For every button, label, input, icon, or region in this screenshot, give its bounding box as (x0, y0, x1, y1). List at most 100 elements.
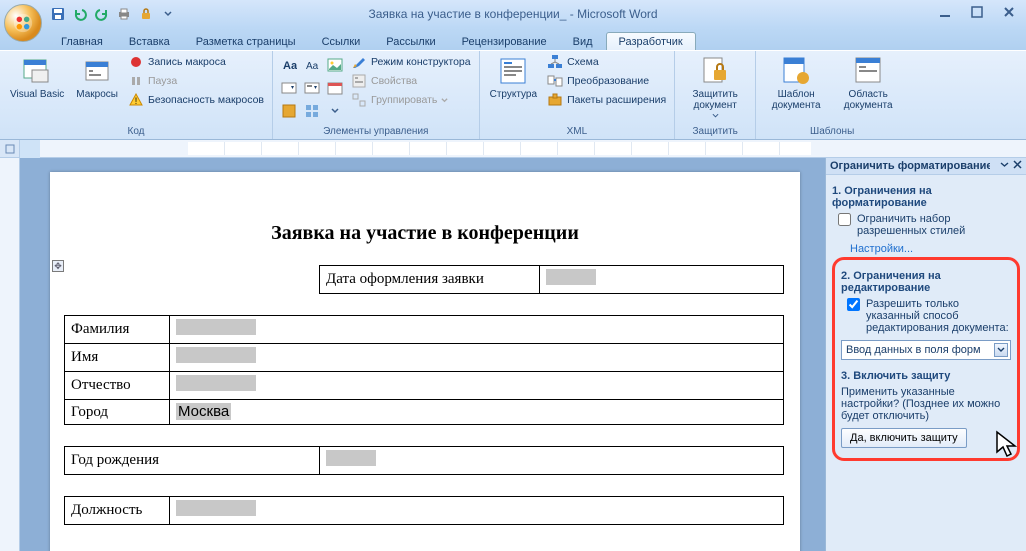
city-label: Город (65, 400, 170, 425)
section3-header: 3. Включить защиту (841, 370, 1011, 382)
structure-button[interactable]: Структура (486, 53, 541, 102)
code-group-label: Код (6, 125, 266, 139)
allow-editing-checkbox[interactable] (847, 298, 860, 311)
vertical-ruler[interactable] (0, 158, 20, 551)
ribbon-group-code: Visual Basic Макросы Запись макроса Пауз… (0, 51, 273, 139)
control-legacy-icon[interactable] (279, 101, 299, 121)
properties-button: Свойства (349, 72, 473, 90)
table-anchor-icon[interactable]: ✥ (52, 260, 64, 272)
pause-macro-button: Пауза (126, 72, 266, 90)
qat-dropdown-icon[interactable] (160, 6, 176, 22)
name-field[interactable] (176, 347, 256, 363)
group-icon (351, 92, 367, 108)
taskpane-dropdown-icon[interactable] (1000, 160, 1009, 172)
surname-field[interactable] (176, 319, 256, 335)
templates-group-label: Шаблоны (762, 125, 902, 139)
print-icon[interactable] (116, 6, 132, 22)
control-picture-icon[interactable] (325, 55, 345, 75)
schema-button[interactable]: Схема (545, 53, 668, 71)
minimize-button[interactable] (934, 4, 956, 20)
office-button[interactable] (4, 4, 42, 42)
city-field[interactable]: Москва (176, 403, 231, 420)
tab-references[interactable]: Ссылки (309, 32, 374, 50)
horizontal-ruler[interactable] (40, 140, 1026, 158)
schema-label: Схема (567, 56, 599, 68)
protect-group-label: Защитить (681, 125, 749, 139)
select-arrow-icon (994, 343, 1008, 357)
group-button: Группировать (349, 91, 473, 109)
control-dropdown-icon[interactable] (302, 78, 322, 98)
settings-link[interactable]: Настройки... (850, 243, 1020, 255)
table-row: Фамилия (65, 316, 784, 344)
visual-basic-button[interactable]: Visual Basic (6, 53, 68, 102)
section1-header: 1. Ограничения на форматирование (832, 185, 1020, 209)
allow-editing-label: Разрешить только указанный способ редакт… (866, 298, 1011, 334)
design-label: Режим конструктора (371, 56, 471, 68)
close-button[interactable] (998, 4, 1020, 20)
structure-label: Структура (490, 89, 537, 100)
control-legacy-dropdown-icon[interactable] (325, 101, 345, 121)
position-label: Должность (65, 497, 170, 525)
birth-year-field[interactable] (326, 450, 376, 466)
svg-text:Aa: Aa (306, 61, 319, 72)
warning-icon: ! (128, 92, 144, 108)
patronymic-field[interactable] (176, 375, 256, 391)
xml-group-label: XML (486, 125, 669, 139)
control-richtext-icon[interactable]: Aa (279, 55, 299, 75)
table-row: Имя (65, 344, 784, 372)
tab-view[interactable]: Вид (560, 32, 606, 50)
taskpane-title: Ограничить форматирование (830, 160, 990, 172)
ribbon-group-xml: Структура Схема Преобразование Пакеты ра… (480, 51, 676, 139)
expansion-label: Пакеты расширения (567, 94, 666, 106)
document-template-button[interactable]: Шаблон документа (762, 53, 830, 113)
tab-developer[interactable]: Разработчик (606, 32, 696, 50)
transform-button[interactable]: Преобразование (545, 72, 668, 90)
record-macro-button[interactable]: Запись макроса (126, 53, 266, 71)
document-title: Заявка на участие в конференции (50, 222, 800, 245)
expansion-packs-button[interactable]: Пакеты расширения (545, 91, 668, 109)
macro-security-button[interactable]: ! Безопасность макросов (126, 91, 266, 109)
restrict-styles-checkbox[interactable] (838, 213, 851, 226)
document-area[interactable]: Заявка на участие в конференции ✥ Дата о… (20, 158, 825, 551)
expansion-icon (547, 92, 563, 108)
undo-icon[interactable] (72, 6, 88, 22)
control-combobox-icon[interactable] (279, 78, 299, 98)
table-row: Город Москва (65, 400, 784, 425)
group-controls-label: Группировать (371, 94, 437, 106)
tab-home[interactable]: Главная (48, 32, 116, 50)
record-icon (128, 54, 144, 70)
tab-mailings[interactable]: Рассылки (373, 32, 448, 50)
ruler-corner[interactable] (0, 140, 20, 158)
control-date-icon[interactable] (325, 78, 345, 98)
date-field[interactable] (546, 269, 596, 285)
tab-review[interactable]: Рецензирование (449, 32, 560, 50)
redo-icon[interactable] (94, 6, 110, 22)
maximize-button[interactable] (966, 4, 988, 20)
taskpane-close-icon[interactable] (1013, 160, 1022, 172)
date-label: Дата оформления заявки (320, 266, 540, 294)
security-label: Безопасность макросов (148, 94, 264, 106)
macros-label: Макросы (76, 89, 118, 100)
quick-access-toolbar (50, 6, 176, 22)
control-building-block-icon[interactable] (302, 101, 322, 121)
patronymic-label: Отчество (65, 372, 170, 400)
structure-icon (497, 55, 529, 87)
macros-button[interactable]: Макросы (72, 53, 122, 102)
document-panel-button[interactable]: Область документа (834, 53, 902, 113)
save-icon[interactable] (50, 6, 66, 22)
control-text-icon[interactable]: Aa (302, 55, 322, 75)
editing-type-select[interactable]: Ввод данных в поля форм (841, 340, 1011, 360)
enable-protection-button[interactable]: Да, включить защиту (841, 428, 967, 448)
position-field[interactable] (176, 500, 256, 516)
title-bar: Заявка на участие в конференции_ - Micro… (0, 0, 1026, 28)
lock-icon[interactable] (138, 6, 154, 22)
tab-insert[interactable]: Вставка (116, 32, 183, 50)
properties-label: Свойства (371, 75, 417, 87)
svg-text:!: ! (135, 96, 138, 106)
tab-page-layout[interactable]: Разметка страницы (183, 32, 309, 50)
protect-document-button[interactable]: Защитить документ (681, 53, 749, 120)
design-mode-button[interactable]: Режим конструктора (349, 53, 473, 71)
doc-template-icon (780, 55, 812, 87)
vb-label: Visual Basic (10, 89, 64, 100)
ribbon-tabs: Главная Вставка Разметка страницы Ссылки… (0, 28, 1026, 50)
